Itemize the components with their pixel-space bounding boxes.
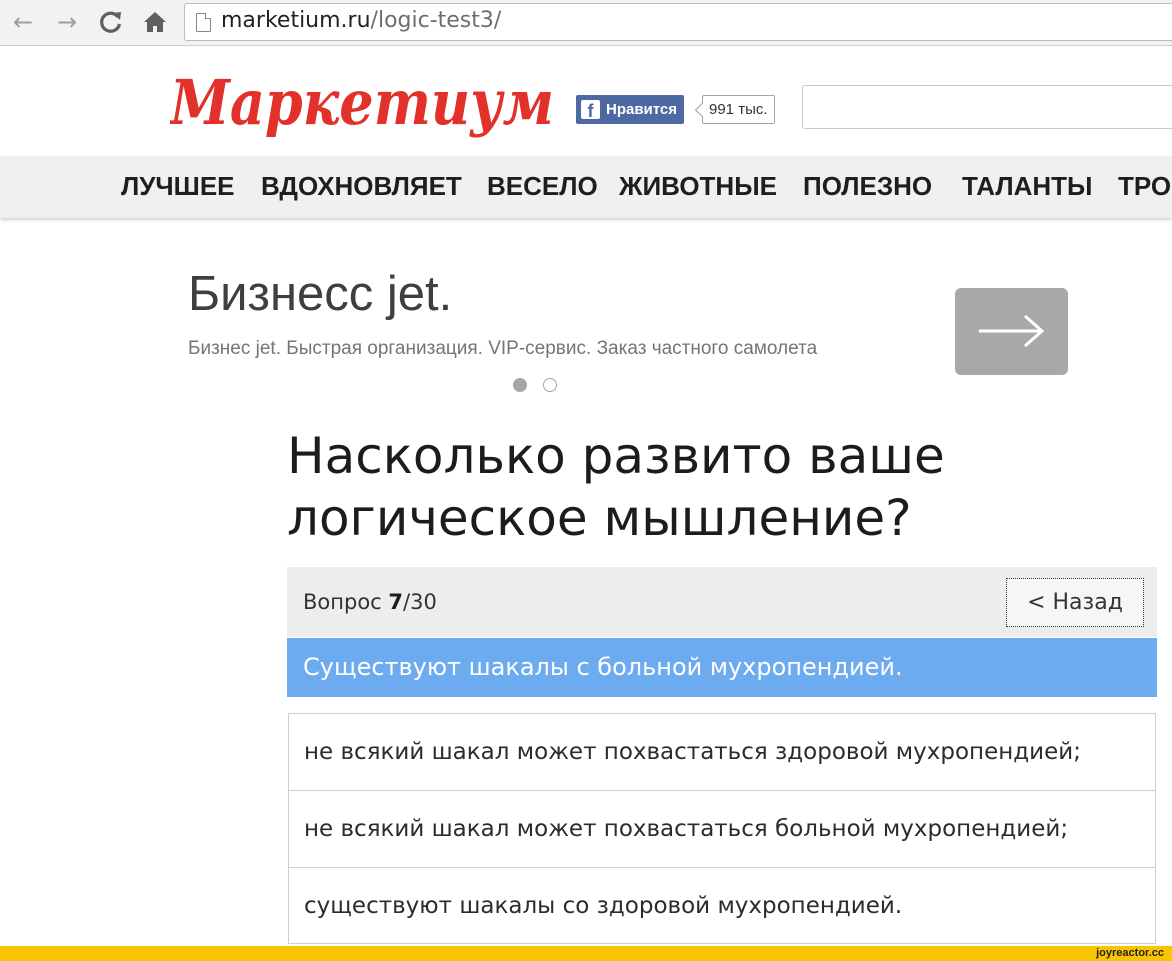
answer-list: не всякий шакал может похвастаться здоро… (288, 713, 1156, 944)
question-bar: Вопрос 7/30 < Назад (287, 567, 1157, 637)
home-icon-graphic (144, 12, 166, 32)
nav-item-fun[interactable]: ВЕСЕЛО (487, 171, 598, 202)
address-bar[interactable]: marketium.ru/logic-test3/ (184, 3, 1172, 41)
fb-like-button[interactable]: f Нравится (576, 95, 685, 124)
ad-title[interactable]: Бизнесс jet. (188, 266, 452, 322)
answer-option-1[interactable]: не всякий шакал может похвастаться здоро… (288, 713, 1156, 790)
counter-label: Вопрос (303, 590, 382, 614)
site-logo[interactable]: Маркетиум (168, 58, 560, 148)
question-text: Существуют шакалы с больной мухропендией… (287, 638, 1157, 697)
watermark-bar: joyreactor.cc (0, 946, 1172, 961)
answer-option-2[interactable]: не всякий шакал может похвастаться больн… (288, 790, 1156, 867)
facebook-icon: f (581, 100, 600, 121)
page-icon (196, 13, 211, 32)
browser-toolbar: ← → marketium.ru/logic-test3/ (0, 0, 1172, 46)
nav-item-animals[interactable]: ЖИВОТНЫЕ (619, 171, 777, 202)
back-button[interactable]: < Назад (1006, 578, 1144, 627)
fb-like-count: 991 тыс. (702, 95, 775, 124)
address-url[interactable]: marketium.ru/logic-test3/ (221, 8, 501, 33)
nav-item-best[interactable]: ЛУЧШЕЕ (121, 171, 235, 202)
search-input[interactable] (802, 85, 1172, 129)
watermark-text: joyreactor.cc (1096, 947, 1164, 959)
category-nav: ЛУЧШЕЕ ВДОХНОВЛЯЕТ ВЕСЕЛО ЖИВОТНЫЕ ПОЛЕЗ… (0, 156, 1172, 218)
counter-current: 7 (388, 590, 404, 614)
forward-arrow-icon[interactable]: → (52, 7, 82, 37)
nav-item-partial[interactable]: ТРО (1118, 171, 1171, 202)
counter-total: /30 (403, 590, 437, 614)
nav-item-talents[interactable]: ТАЛАНТЫ (962, 171, 1092, 202)
nav-item-useful[interactable]: ПОЛЕЗНО (803, 171, 932, 202)
reload-icon[interactable] (96, 7, 126, 37)
nav-item-inspires[interactable]: ВДОХНОВЛЯЕТ (261, 171, 462, 202)
svg-text:Маркетиум: Маркетиум (170, 66, 554, 139)
home-icon[interactable] (140, 7, 170, 37)
question-counter: Вопрос 7/30 (303, 590, 437, 614)
fb-like-label: Нравится (606, 101, 678, 118)
arrow-right-icon (979, 314, 1045, 348)
back-arrow-icon[interactable]: ← (8, 7, 38, 37)
page: ← → marketium.ru/logic-test3/ Маркетиум … (0, 0, 1172, 961)
url-domain: marketium.ru (221, 8, 371, 33)
ad-next-button[interactable] (955, 288, 1068, 375)
answer-option-3[interactable]: существуют шакалы со здоровой мухропенди… (288, 867, 1156, 944)
ad-subtitle[interactable]: Бизнес jet. Быстрая организация. VIP-сер… (188, 338, 817, 360)
carousel-dot-active[interactable] (513, 378, 527, 392)
site-logo-graphic: Маркетиум (168, 66, 554, 139)
carousel-dot[interactable] (543, 378, 557, 392)
quiz-title: Насколько развито ваше логическое мышлен… (287, 427, 945, 547)
url-path: /logic-test3/ (370, 8, 502, 33)
reload-icon-graphic (100, 11, 122, 33)
